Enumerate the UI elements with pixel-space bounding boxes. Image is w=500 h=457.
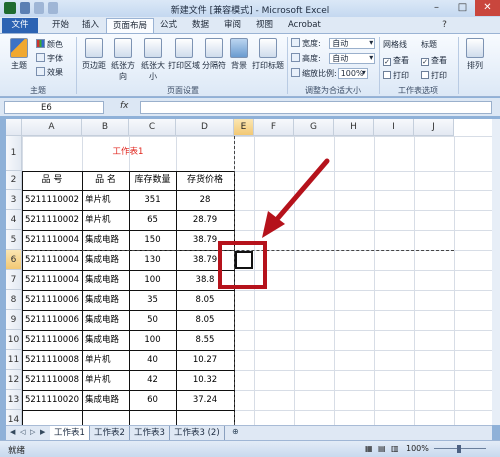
annotation-box xyxy=(218,241,267,289)
annotation-arrow-shaft xyxy=(275,158,330,221)
annotation-overlay xyxy=(218,158,330,289)
